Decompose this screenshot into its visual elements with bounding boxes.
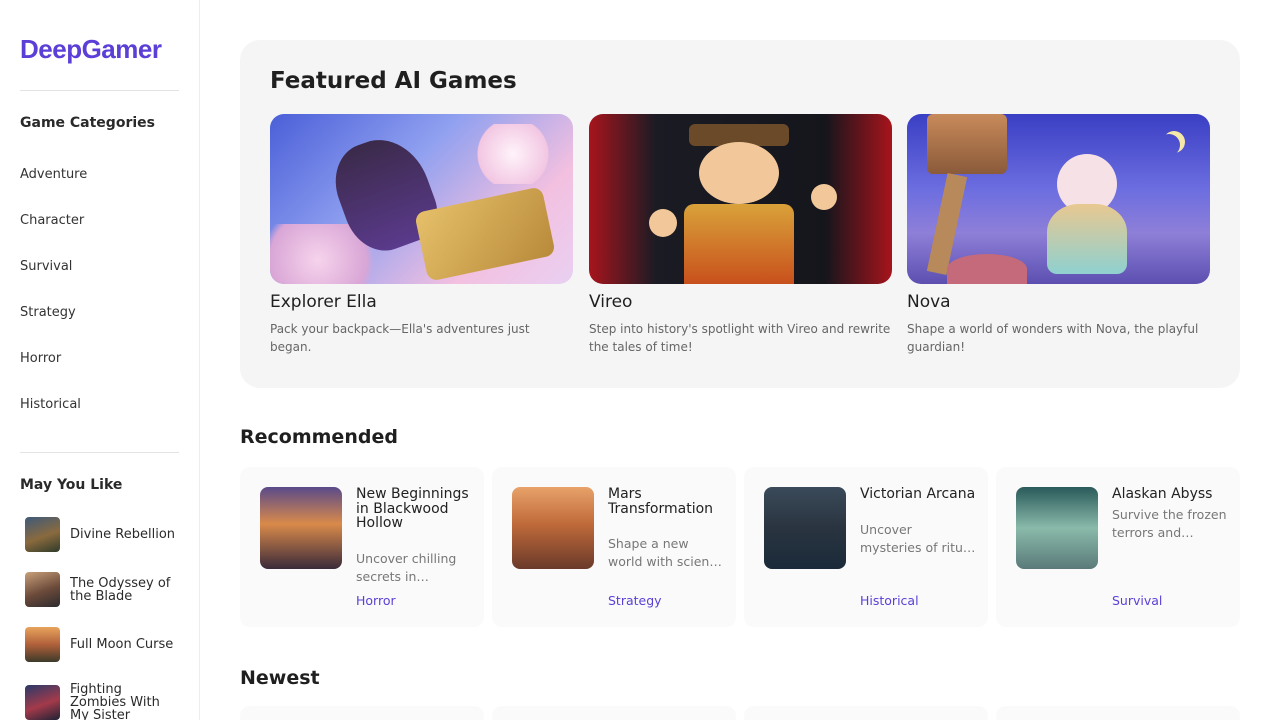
sidebar-divider [20,90,179,91]
sidebar-item-survival[interactable]: Survival [20,259,72,274]
categories-heading: Game Categories [20,115,155,131]
recommended-game-desc: Uncover chilling secrets in… [356,551,457,584]
sidebar-item-horror[interactable]: Horror [20,351,61,366]
category-tag[interactable]: Historical [860,593,919,608]
game-thumbnail [1016,487,1098,569]
like-item[interactable]: Fighting Zombies With My Sister [25,683,185,720]
featured-game-desc: Pack your backpack—Ella's adventures jus… [270,322,530,354]
featured-section: Featured AI Games Explorer Ella Pack you… [240,40,1240,388]
like-item-title: Fighting Zombies With My Sister [70,682,160,720]
like-item[interactable]: The Odyssey of the Blade [25,572,185,607]
logo[interactable]: DeepGamer [20,34,162,65]
featured-game-name: Explorer Ella [270,292,377,312]
category-tag[interactable]: Horror [356,593,396,608]
game-cover [270,114,573,284]
featured-title: Featured AI Games [270,68,517,94]
recommended-card[interactable]: New Beginnings in Blackwood Hollow Uncov… [240,467,484,627]
recommended-game-title: Alaskan Abyss [1112,486,1213,502]
game-cover [907,114,1210,284]
game-thumbnail [260,487,342,569]
sidebar-item-historical[interactable]: Historical [20,397,81,412]
featured-game-desc: Step into history's spotlight with Vireo… [589,322,891,354]
game-thumbnail [25,572,60,607]
newest-card[interactable] [744,706,988,720]
featured-card[interactable]: Nova Shape a world of wonders with Nova,… [907,114,1210,356]
newest-card[interactable] [996,706,1240,720]
recommended-game-desc: Survive the frozen terrors and… [1112,507,1227,540]
game-cover [589,114,892,284]
sidebar-item-strategy[interactable]: Strategy [20,305,76,320]
recommended-card[interactable]: Alaskan Abyss Survive the frozen terrors… [996,467,1240,627]
game-thumbnail [25,627,60,662]
game-thumbnail [25,517,60,552]
recommended-game-title: Victorian Arcana [860,486,976,502]
category-tag[interactable]: Survival [1112,593,1162,608]
featured-card[interactable]: Explorer Ella Pack your backpack—Ella's … [270,114,573,356]
recommended-game-desc: Shape a new world with scien… [608,536,722,569]
like-item-title: Divine Rebellion [70,527,176,542]
game-thumbnail [25,685,60,720]
sidebar-item-adventure[interactable]: Adventure [20,167,87,182]
like-item[interactable]: Divine Rebellion [25,517,185,552]
like-item-title: Full Moon Curse [70,637,174,652]
game-thumbnail [512,487,594,569]
sidebar: DeepGamer Game Categories Adventure Char… [0,0,200,720]
like-item-title: The Odyssey of the Blade [70,575,171,604]
like-item[interactable]: Full Moon Curse [25,627,185,662]
featured-card[interactable]: Vireo Step into history's spotlight with… [589,114,892,356]
recommended-game-desc: Uncover mysteries of ritu… [860,522,976,555]
game-thumbnail [764,487,846,569]
newest-card[interactable] [492,706,736,720]
sidebar-item-character[interactable]: Character [20,213,84,228]
category-tag[interactable]: Strategy [608,593,662,608]
newest-card[interactable] [240,706,484,720]
featured-game-name: Vireo [589,292,633,312]
featured-game-desc: Shape a world of wonders with Nova, the … [907,322,1199,354]
recommended-card[interactable]: Victorian Arcana Uncover mysteries of ri… [744,467,988,627]
may-you-like-heading: May You Like [20,477,123,493]
featured-game-name: Nova [907,292,951,312]
sidebar-divider [20,452,179,453]
recommended-title: Recommended [240,426,398,448]
recommended-card[interactable]: Mars Transformation Shape a new world wi… [492,467,736,627]
recommended-game-title: Mars Transformation [608,486,714,517]
recommended-game-title: New Beginnings in Blackwood Hollow [356,486,469,531]
newest-title: Newest [240,667,320,689]
